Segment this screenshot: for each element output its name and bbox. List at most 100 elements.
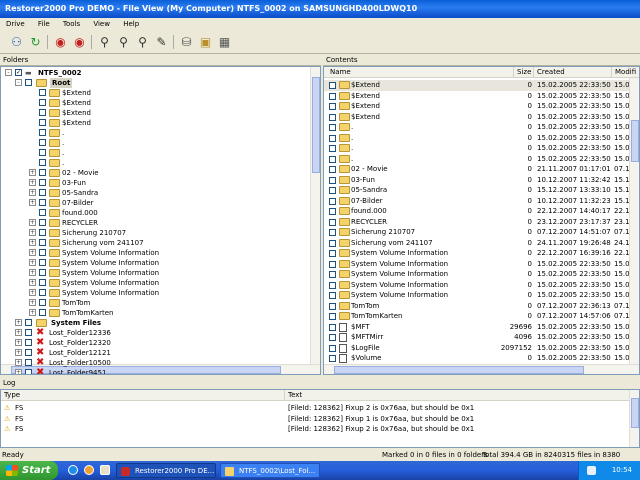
expand-icon[interactable]: + xyxy=(29,279,36,286)
clock[interactable]: 10:54 xyxy=(612,466,632,474)
content-row[interactable]: 02 - Movie 0 21.11.2007 01:17:01 07.12. xyxy=(324,164,636,175)
node-checkbox[interactable] xyxy=(25,359,32,366)
scan-icon[interactable]: ◉ xyxy=(52,34,69,50)
contents-hscroll[interactable] xyxy=(324,364,639,374)
content-row[interactable]: System Volume Information 0 22.12.2007 16:… xyxy=(324,248,636,259)
start-button[interactable]: Start xyxy=(0,461,58,480)
expand-icon[interactable]: + xyxy=(29,179,36,186)
content-row[interactable]: $Extend 0 15.02.2005 22:33:50 15.02. xyxy=(324,112,636,123)
contents-list[interactable]: Name Size Created Modifi $Extend 0 15.02.2… xyxy=(323,66,640,375)
row-checkbox[interactable] xyxy=(329,344,336,352)
node-checkbox[interactable] xyxy=(39,229,46,236)
node-checkbox[interactable] xyxy=(39,209,46,216)
row-checkbox[interactable] xyxy=(329,197,336,205)
menu-view[interactable]: View xyxy=(93,20,110,28)
expand-icon[interactable]: + xyxy=(29,249,36,256)
row-checkbox[interactable] xyxy=(329,334,336,341)
expand-icon[interactable]: + xyxy=(15,369,22,374)
collapse-icon[interactable]: - xyxy=(15,79,22,86)
row-checkbox[interactable] xyxy=(329,250,336,257)
folder-tree-vscroll[interactable] xyxy=(310,67,320,364)
node-checkbox[interactable] xyxy=(39,109,46,116)
expand-icon[interactable]: + xyxy=(29,289,36,296)
expand-icon[interactable]: + xyxy=(29,309,36,316)
content-row[interactable]: RECYCLER 0 23.12.2007 23:17:37 23.12. xyxy=(324,217,636,228)
menu-drive[interactable]: Drive xyxy=(6,20,25,28)
scroll-thumb[interactable] xyxy=(312,77,320,173)
content-row[interactable]: 05-Sandra 0 15.12.2007 13:33:10 15.12. xyxy=(324,185,636,196)
menu-file[interactable]: File xyxy=(38,20,50,28)
content-row[interactable]: found.000 0 22.12.2007 14:40:17 22.12. xyxy=(324,206,636,217)
title-bar[interactable]: Restorer2000 Pro DEMO - File View (My Co… xyxy=(0,0,640,18)
expand-icon[interactable]: + xyxy=(15,319,22,326)
scroll-thumb[interactable] xyxy=(631,398,639,428)
log-row[interactable]: ⚠ FS [FileId: 128362] Fixup 2 is 0x76aa, b… xyxy=(1,403,629,414)
content-row[interactable]: $LogFile 2097152 15.02.2005 22:33:50 15.02. xyxy=(324,343,636,354)
row-checkbox[interactable] xyxy=(329,281,336,289)
row-checkbox[interactable] xyxy=(329,323,336,331)
row-checkbox[interactable] xyxy=(329,292,336,299)
content-row[interactable]: . 0 15.02.2005 22:33:50 15.02. xyxy=(324,154,636,165)
node-checkbox[interactable] xyxy=(39,149,46,156)
connect-icon[interactable]: ⚇ xyxy=(8,34,25,50)
quicklaunch-icon[interactable] xyxy=(100,465,110,475)
menu-help[interactable]: Help xyxy=(123,20,139,28)
content-row[interactable]: TomTomKarten 0 07.12.2007 14:57:06 07.12. xyxy=(324,311,636,322)
row-checkbox[interactable] xyxy=(329,239,336,247)
node-checkbox[interactable] xyxy=(39,219,46,226)
row-checkbox[interactable] xyxy=(329,166,336,173)
node-checkbox[interactable] xyxy=(39,189,46,196)
expand-icon[interactable]: + xyxy=(29,299,36,306)
content-row[interactable]: Sicherung vom 241107 0 24.11.2007 19:26:48… xyxy=(324,238,636,249)
content-row[interactable]: System Volume Information 0 15.02.2005 22:… xyxy=(324,290,636,301)
mark-icon[interactable]: ✎ xyxy=(153,34,170,50)
row-checkbox[interactable] xyxy=(329,260,336,268)
expand-icon[interactable]: + xyxy=(29,219,36,226)
folder-tree[interactable]: - ✓ ▬ NTFS_0002 - Root $Extend $Extend $Ex… xyxy=(0,66,321,375)
expand-icon[interactable]: + xyxy=(29,239,36,246)
find-next-icon[interactable]: ⚲ xyxy=(115,34,132,50)
column-header-modified[interactable]: Modifi xyxy=(612,67,639,78)
expand-icon[interactable]: + xyxy=(29,259,36,266)
recover-icon[interactable]: ⛁ xyxy=(178,34,195,50)
node-checkbox[interactable] xyxy=(39,139,46,146)
row-checkbox[interactable] xyxy=(329,176,336,184)
zoom-icon[interactable]: ⚲ xyxy=(134,34,151,50)
menu-tools[interactable]: Tools xyxy=(63,20,80,28)
refresh-icon[interactable]: ↻ xyxy=(27,34,44,50)
search-drive-icon[interactable]: ◉ xyxy=(71,34,88,50)
node-checkbox[interactable] xyxy=(39,179,46,186)
content-row[interactable]: System Volume Information 0 15.02.2005 22:… xyxy=(324,280,636,291)
taskbar-item-restorer[interactable]: Restorer2000 Pro DE... xyxy=(116,463,216,478)
content-row[interactable]: System Volume Information 0 15.02.2005 22:… xyxy=(324,259,636,270)
row-checkbox[interactable] xyxy=(329,313,336,320)
row-checkbox[interactable] xyxy=(329,208,336,215)
content-row[interactable]: $Volume 0 15.02.2005 22:33:50 15.02. xyxy=(324,353,636,364)
log-row[interactable]: ⚠ FS [FileId: 128362] Fixup 2 is 0x76aa, b… xyxy=(1,424,629,435)
expand-icon[interactable]: + xyxy=(29,169,36,176)
column-header-name[interactable]: Name xyxy=(324,67,514,78)
row-checkbox[interactable] xyxy=(329,82,336,89)
node-checkbox[interactable] xyxy=(25,349,32,356)
node-checkbox[interactable] xyxy=(39,289,46,296)
node-checkbox[interactable] xyxy=(39,199,46,206)
row-checkbox[interactable] xyxy=(329,113,336,121)
expand-icon[interactable]: + xyxy=(29,189,36,196)
content-row[interactable]: $Extend 0 15.02.2005 22:33:50 15.02. xyxy=(324,101,636,112)
row-checkbox[interactable] xyxy=(329,355,336,362)
taskbar-item-ntfs[interactable]: NTFS_0002\Lost_Fol... xyxy=(220,463,320,478)
row-checkbox[interactable] xyxy=(329,218,336,226)
expand-icon[interactable]: + xyxy=(29,269,36,276)
row-checkbox[interactable] xyxy=(329,145,336,152)
log-column-text[interactable]: Text xyxy=(285,390,631,401)
log-column-type[interactable]: Type xyxy=(1,390,285,401)
row-checkbox[interactable] xyxy=(329,187,336,194)
content-row[interactable]: 07-Bilder 0 10.12.2007 11:32:23 15.12. xyxy=(324,196,636,207)
node-checkbox[interactable] xyxy=(39,239,46,246)
node-checkbox[interactable] xyxy=(39,129,46,136)
content-row[interactable]: $Extend 0 15.02.2005 22:33:50 15.02. xyxy=(324,80,636,91)
node-checkbox[interactable] xyxy=(39,159,46,166)
content-row[interactable]: Sicherung 210707 0 07.12.2007 14:51:07 07.1… xyxy=(324,227,636,238)
node-checkbox[interactable] xyxy=(39,279,46,286)
find-icon[interactable]: ⚲ xyxy=(96,34,113,50)
